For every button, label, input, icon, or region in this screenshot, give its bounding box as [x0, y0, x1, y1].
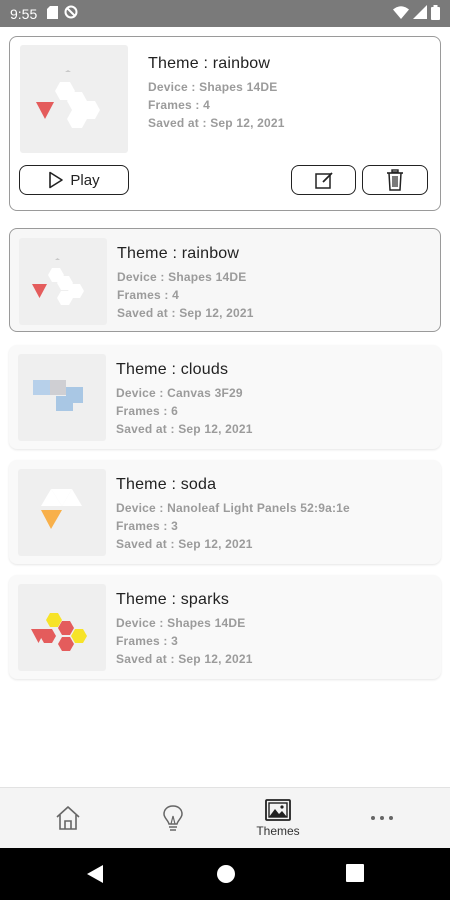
nav-more[interactable]	[342, 788, 422, 849]
theme-preview-clouds	[18, 354, 106, 441]
theme-saved-at: Saved at : Sep 12, 2021	[116, 537, 253, 551]
theme-saved-at: Saved at : Sep 12, 2021	[116, 652, 253, 666]
theme-card-rainbow[interactable]: Theme : rainbow Device : Shapes 14DE Fra…	[9, 228, 441, 332]
selected-theme-detail-card: Theme : rainbow Device : Shapes 14DE Fra…	[9, 36, 441, 211]
theme-device: Device : Nanoleaf Light Panels 52:9a:1e	[116, 501, 350, 515]
theme-preview-sparks	[18, 584, 106, 671]
detail-saved-at: Saved at : Sep 12, 2021	[148, 116, 285, 130]
theme-saved-at: Saved at : Sep 12, 2021	[116, 422, 253, 436]
lightbulb-icon	[163, 805, 183, 831]
theme-card-sparks[interactable]: Theme : sparks Device : Shapes 14DE Fram…	[9, 575, 441, 679]
back-icon[interactable]	[86, 864, 104, 889]
theme-frames: Frames : 4	[117, 288, 180, 302]
theme-title: Theme : rainbow	[117, 245, 240, 262]
nav-themes-label: Themes	[256, 824, 300, 838]
recents-icon[interactable]	[346, 864, 364, 887]
theme-device: Device : Canvas 3F29	[116, 386, 243, 400]
more-horizontal-icon	[371, 816, 393, 820]
theme-frames: Frames : 3	[116, 634, 179, 648]
wifi-icon	[393, 5, 409, 22]
status-bar: 9:55	[0, 0, 450, 27]
theme-card-soda[interactable]: Theme : soda Device : Nanoleaf Light Pan…	[9, 460, 441, 564]
nav-home[interactable]	[28, 788, 108, 849]
theme-info: Theme : rainbow Device : Shapes 14DE Fra…	[117, 245, 254, 322]
theme-device: Device : Shapes 14DE	[116, 616, 246, 630]
theme-preview-rainbow	[20, 45, 128, 153]
image-gallery-icon	[265, 799, 291, 821]
theme-card-clouds[interactable]: Theme : clouds Device : Canvas 3F29 Fram…	[9, 345, 441, 449]
no-disturb-icon	[64, 5, 78, 22]
themes-content[interactable]: Theme : rainbow Device : Shapes 14DE Fra…	[0, 27, 450, 787]
home-circle-icon[interactable]	[216, 864, 236, 889]
theme-preview-soda	[18, 469, 106, 556]
detail-title: Theme : rainbow	[148, 55, 271, 72]
home-icon	[56, 806, 80, 830]
edit-icon	[314, 172, 333, 189]
edit-button[interactable]	[291, 165, 356, 195]
sd-card-icon	[47, 5, 59, 22]
play-button-label: Play	[70, 171, 100, 189]
play-button[interactable]: Play	[19, 165, 129, 195]
battery-icon	[431, 4, 440, 23]
theme-title: Theme : clouds	[116, 361, 229, 378]
theme-info: Theme : clouds Device : Canvas 3F29 Fram…	[116, 361, 253, 438]
theme-info: Theme : sparks Device : Shapes 14DE Fram…	[116, 591, 253, 668]
theme-frames: Frames : 6	[116, 404, 179, 418]
detail-device: Device : Shapes 14DE	[148, 80, 278, 94]
delete-button[interactable]	[362, 165, 428, 195]
detail-info: Theme : rainbow Device : Shapes 14DE Fra…	[148, 55, 285, 132]
system-navigation-bar	[0, 848, 450, 900]
nav-themes[interactable]: Themes	[238, 788, 318, 849]
theme-frames: Frames : 3	[116, 519, 179, 533]
play-icon	[49, 171, 64, 189]
theme-saved-at: Saved at : Sep 12, 2021	[117, 306, 254, 320]
nav-lights[interactable]	[133, 788, 213, 849]
status-time: 9:55	[10, 5, 38, 22]
theme-title: Theme : soda	[116, 476, 217, 493]
signal-icon	[413, 5, 427, 22]
trash-icon	[387, 169, 403, 191]
detail-frames: Frames : 4	[148, 98, 211, 112]
bottom-navigation: Themes	[0, 787, 450, 848]
theme-device: Device : Shapes 14DE	[117, 270, 247, 284]
theme-info: Theme : soda Device : Nanoleaf Light Pan…	[116, 476, 350, 553]
theme-preview-rainbow	[19, 238, 107, 325]
theme-title: Theme : sparks	[116, 591, 230, 608]
